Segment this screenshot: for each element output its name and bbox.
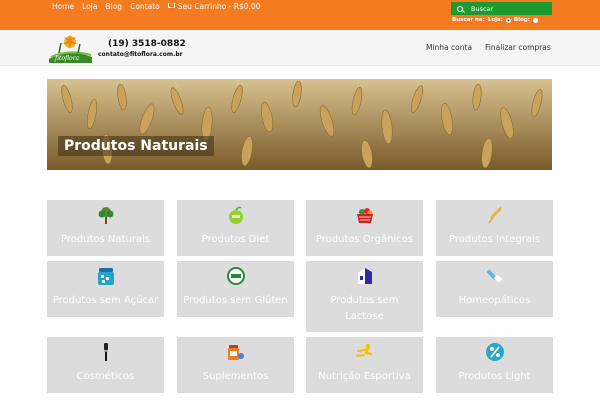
nav-loja-link[interactable]: Loja [82, 2, 97, 11]
svg-text:fitoflora: fitoflora [54, 55, 80, 62]
milk-carton-icon [357, 268, 372, 284]
percent-icon [485, 343, 504, 361]
category-label: Produtos Integrais [449, 234, 540, 245]
scope-blog-radio[interactable] [532, 17, 538, 23]
search-icon[interactable] [457, 5, 463, 12]
fitoflora-logo[interactable]: fitoflora [47, 33, 94, 63]
wheat-icon [488, 206, 501, 224]
category-produtos-sem-acucar[interactable]: Produtos sem Açúcar [47, 261, 164, 317]
category-label: Produtos Light [458, 371, 531, 382]
category-produtos-naturais[interactable]: Produtos Naturais [47, 200, 164, 256]
phone-number: (19) 3518-0882 [108, 39, 186, 49]
category-label: Nutrição Esportiva [318, 371, 411, 382]
cart-icon [167, 3, 175, 8]
scope-blog-label: Blog: [513, 17, 530, 23]
cart-label: Seu Carrinho - R$0.00 [177, 2, 261, 11]
nav-blog-link[interactable]: Blog [105, 2, 122, 11]
menu-finalizar-compras[interactable]: Finalizar compras [485, 43, 551, 52]
category-label: Suplementos [202, 371, 269, 382]
brush-icon [103, 343, 108, 361]
banner: Produtos Naturais [47, 79, 552, 170]
category-homeopaticos[interactable]: Homeopáticos [436, 261, 553, 317]
scope-loja-label: Loja: [487, 17, 503, 23]
category-nutricao-esportiva[interactable]: Nutrição Esportiva [306, 337, 423, 393]
gluten-free-icon [226, 267, 245, 285]
tree-icon [98, 207, 113, 224]
category-produtos-sem-lactose[interactable]: Produtos sem Lactose [306, 261, 423, 332]
category-label: Produtos Diet [201, 234, 270, 245]
category-label: Produtos sem Açúcar [52, 295, 159, 306]
category-label: Cosméticos [76, 371, 135, 382]
nav-contato-link[interactable]: Contato [130, 2, 160, 11]
search-scope-label: Buscar na: [452, 17, 485, 23]
category-suplementos[interactable]: Suplementos [177, 337, 294, 393]
nav-home-link[interactable]: Home [52, 2, 74, 11]
menu-minha-conta[interactable]: Minha conta [426, 43, 472, 52]
sugar-jar-icon [97, 268, 114, 285]
banner-title: Produtos Naturais [58, 136, 214, 156]
wheat-field-image [47, 79, 552, 170]
category-label: Produtos sem Glúten [183, 295, 288, 306]
category-produtos-light[interactable]: Produtos Light [436, 337, 553, 393]
apple-icon [228, 206, 243, 224]
search-input[interactable] [471, 4, 551, 13]
category-label: Produtos sem Lactose [330, 295, 399, 322]
category-cosmeticos[interactable]: Cosméticos [47, 337, 164, 393]
runner-icon [355, 344, 372, 357]
dropper-icon [486, 270, 502, 283]
email-address[interactable]: contato@fitoflora.com.br [98, 51, 183, 58]
search-scope: Buscar na: Loja: Blog: [452, 17, 538, 23]
top-bar: Home Loja Blog Contato Seu Carrinho - R$… [0, 0, 600, 30]
category-produtos-organicos[interactable]: Produtos Orgânicos [306, 200, 423, 256]
pill-bottle-icon [227, 345, 244, 360]
category-label: Produtos Orgânicos [315, 234, 414, 245]
category-label: Produtos Naturais [60, 234, 151, 245]
category-produtos-integrais[interactable]: Produtos Integrais [436, 200, 553, 256]
search-box [451, 2, 552, 15]
category-produtos-diet[interactable]: Produtos Diet [177, 200, 294, 256]
top-nav: Home Loja Blog Contato Seu Carrinho - R$… [52, 2, 276, 11]
scope-loja-radio[interactable] [505, 17, 511, 23]
category-label: Homeopáticos [458, 295, 531, 306]
cart-link[interactable]: Seu Carrinho - R$0.00 [167, 2, 269, 11]
basket-icon [356, 208, 373, 223]
category-produtos-sem-gluten[interactable]: Produtos sem Glúten [177, 261, 294, 317]
